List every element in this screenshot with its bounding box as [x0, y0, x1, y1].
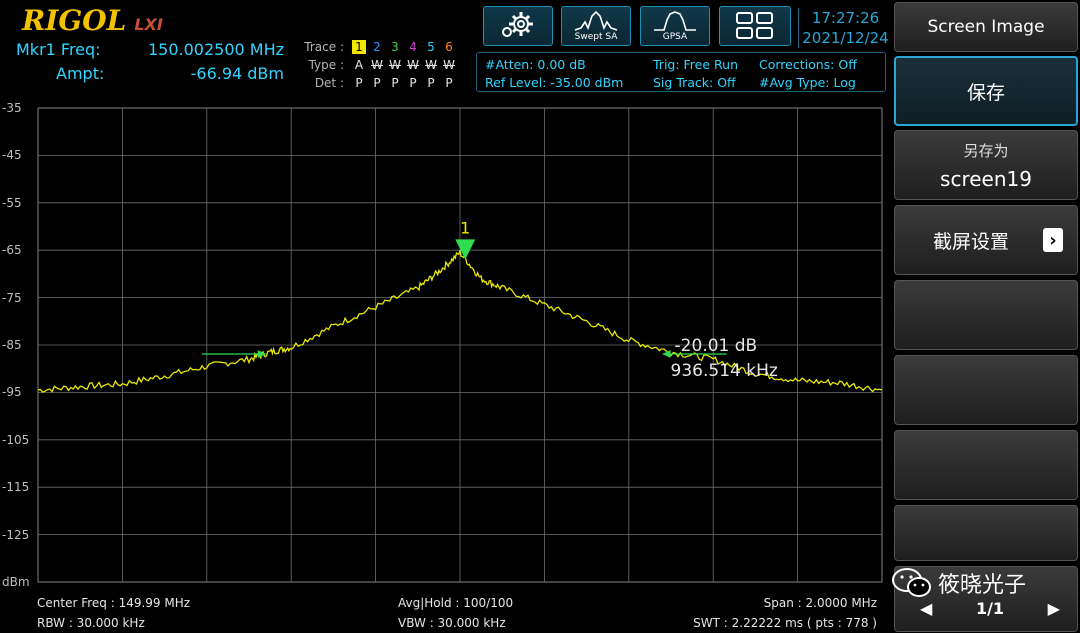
marker-readout: Mkr1 Freq: 150.002500 MHz Ampt: -66.94 d…: [10, 36, 290, 92]
vbw-text[interactable]: VBW : 30.000 kHz: [398, 616, 506, 630]
save-as-button[interactable]: 另存为 screen19: [894, 130, 1078, 200]
settings-button[interactable]: [483, 6, 553, 46]
save-button[interactable]: 保存: [894, 56, 1078, 126]
ndb-annotation-db: -20.01 dB: [675, 336, 758, 356]
softkey-empty-3[interactable]: [894, 430, 1078, 500]
save-label: 保存: [966, 81, 1005, 104]
y-tick-label: -95: [2, 385, 22, 400]
brand-text: RIGOL: [22, 4, 127, 37]
trace-number-2[interactable]: 2: [368, 40, 386, 54]
softkey-empty-1[interactable]: [894, 280, 1078, 350]
span-text[interactable]: Span : 2.0000 MHz: [764, 596, 877, 610]
y-tick-label: -75: [2, 290, 22, 305]
det-value-5: P: [427, 76, 435, 90]
trace-number-5[interactable]: 5: [422, 40, 440, 54]
y-tick-label: -45: [2, 148, 22, 163]
marker-1-triangle[interactable]: [455, 239, 476, 260]
softkey-empty-2[interactable]: [894, 355, 1078, 425]
time-text: 17:27:26: [811, 9, 880, 27]
sig-track-text: Sig Track: Off: [653, 75, 736, 90]
y-tick-label: -105: [2, 432, 30, 447]
det-label: Det :: [314, 76, 344, 90]
watermark: 筱晓光子: [890, 566, 1026, 600]
det-value-4: P: [409, 76, 417, 90]
page-indicator: 1/1: [975, 598, 1005, 618]
spectrum-display[interactable]: 1 -20.01 dB 936.514 kHz -35 -45 -55 -65 -75 -…: [0, 95, 890, 595]
wechat-icon: [892, 568, 931, 597]
type-value-5: W: [425, 58, 437, 72]
pager: ◀ 1/1 ▶: [920, 596, 1060, 620]
y-tick-label: -65: [2, 243, 22, 258]
capture-settings-label: 截屏设置: [932, 230, 1009, 253]
marker-1-label: 1: [460, 218, 470, 237]
det-value-1: P: [355, 76, 363, 90]
marker-freq-label: Mkr1 Freq:: [16, 40, 101, 59]
y-tick-label: -125: [2, 527, 30, 542]
watermark-text: 筱晓光子: [938, 573, 1027, 598]
chevron-right-icon: ›: [1043, 228, 1063, 252]
save-as-value: screen19: [940, 166, 1032, 191]
softkey-empty-4[interactable]: [894, 505, 1078, 561]
trace-number-4[interactable]: 4: [404, 40, 422, 54]
y-tick-label: -85: [2, 338, 22, 352]
softkey-menu-title: Screen Image: [894, 2, 1078, 52]
ref-level-text: Ref Level: -35.00 dBm: [485, 75, 624, 90]
swept-spectrum-icon: [574, 10, 618, 31]
swept-sa-caption: Swept SA: [574, 32, 618, 42]
ndb-annotation-bw: 936.514 kHz: [671, 361, 778, 381]
trace-number-3[interactable]: 3: [386, 40, 404, 54]
clock: 17:27:26 2021/12/24: [798, 8, 892, 48]
menu-title-text: Screen Image: [927, 17, 1045, 37]
marker-ampt-value: -66.94 dBm: [190, 64, 284, 83]
prev-page-icon[interactable]: ◀: [920, 599, 932, 618]
avg-type-text: #Avg Type: Log: [759, 75, 856, 90]
det-value-3: P: [391, 76, 399, 90]
trace-number-6[interactable]: 6: [440, 40, 458, 54]
type-row: Type : A W W W W W: [300, 57, 458, 73]
save-as-label: 另存为: [963, 141, 1009, 160]
rbw-text[interactable]: RBW : 30.000 kHz: [37, 616, 145, 630]
rigol-logo: RIGOL LXI: [22, 4, 163, 37]
corrections-text: Corrections: Off: [759, 57, 857, 72]
swt-text[interactable]: SWT : 2.22222 ms ( pts : 778 ): [693, 616, 877, 630]
swept-sa-button[interactable]: Swept SA: [561, 6, 631, 46]
center-freq-text[interactable]: Center Freq : 149.99 MHz: [37, 596, 190, 610]
type-value-6: W: [443, 58, 455, 72]
gpsa-spectrum-icon: [654, 11, 696, 31]
y-tick-label: dBm: [2, 575, 30, 589]
trace-table: Trace : 1 2 3 4 5 6 Type : A W W W W W D…: [300, 36, 460, 92]
type-value-1: A: [354, 58, 364, 72]
lxi-text: LXI: [134, 15, 163, 34]
gear-icon: [502, 12, 533, 37]
layout-button[interactable]: [719, 6, 791, 46]
det-row: Det : P P P P P P: [300, 75, 458, 91]
marker-ampt-label: Ampt:: [56, 64, 105, 83]
y-tick-label: -55: [2, 195, 22, 210]
trace-label: Trace :: [304, 40, 344, 54]
trig-text: Trig: Free Run: [653, 57, 738, 72]
gpsa-button[interactable]: GPSA: [640, 6, 710, 46]
date-text: 2021/12/24: [802, 29, 889, 47]
y-tick-label: -35: [2, 101, 22, 115]
capture-settings-button[interactable]: 截屏设置 ›: [894, 205, 1078, 275]
atten-text: #Atten: 0.00 dB: [485, 57, 586, 72]
avg-hold-text: Avg|Hold : 100/100: [398, 596, 514, 610]
det-value-6: P: [445, 76, 453, 90]
trace-number-1[interactable]: 1: [350, 40, 368, 54]
type-value-4: W: [407, 58, 419, 72]
marker-freq-value: 150.002500 MHz: [147, 40, 284, 59]
type-value-3: W: [389, 58, 401, 72]
trace-row: Trace : 1 2 3 4 5 6: [300, 39, 458, 55]
y-tick-label: -115: [2, 480, 30, 495]
spectrum-graticule: 1 -20.01 dB 936.514 kHz: [37, 107, 883, 583]
next-page-icon[interactable]: ▶: [1048, 599, 1060, 618]
window-layout-icon: [736, 12, 773, 39]
type-label: Type :: [308, 58, 344, 72]
det-value-2: P: [373, 76, 381, 90]
type-value-2: W: [371, 58, 383, 72]
gpsa-caption: GPSA: [662, 32, 688, 42]
status-panel: #Atten: 0.00 dB Ref Level: -35.00 dBm Tr…: [476, 52, 886, 92]
